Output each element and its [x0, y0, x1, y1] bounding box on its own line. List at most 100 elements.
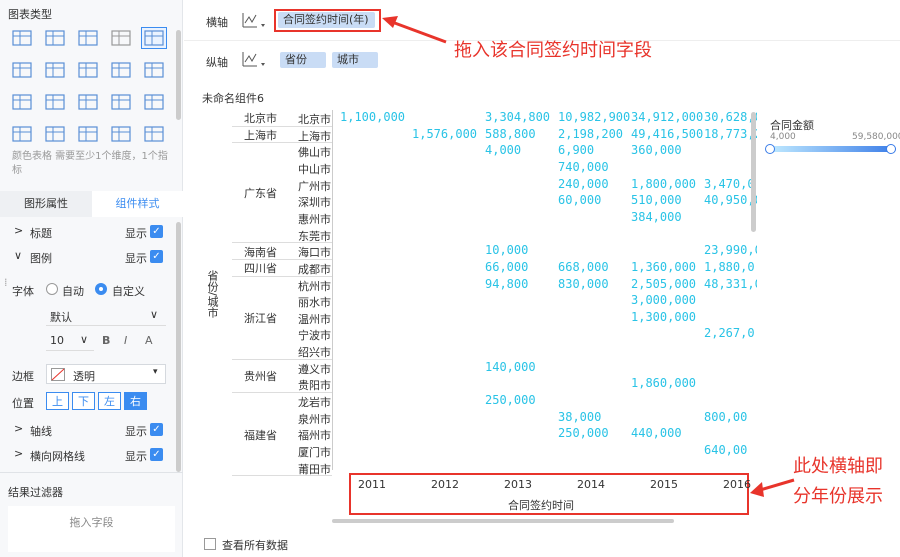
- table-cell: 384,000: [631, 209, 682, 224]
- y-axis-field-city[interactable]: 城市: [332, 52, 378, 68]
- title-show-checkbox[interactable]: ✓: [150, 225, 163, 238]
- font-auto-radio[interactable]: [46, 283, 58, 295]
- table-cell: 360,000: [631, 143, 682, 158]
- position-left-button[interactable]: 左: [98, 392, 121, 410]
- legend-gradient-bar: [770, 146, 896, 152]
- x-axis-drop-zone[interactable]: 合同签约时间(年): [274, 9, 381, 32]
- table-cell: 2,267,0: [704, 326, 755, 341]
- table-cell: 94,800: [485, 276, 529, 291]
- column-icon[interactable]: [142, 60, 166, 80]
- city-label: 成都市: [298, 262, 331, 276]
- table-cell: 1,800,000: [631, 176, 697, 191]
- position-right-button[interactable]: 右: [124, 392, 147, 410]
- filter-drop-zone[interactable]: 拖入字段: [8, 506, 175, 552]
- dot-icon[interactable]: [76, 124, 100, 144]
- table-cell: 440,000: [631, 426, 682, 441]
- italic-icon[interactable]: I: [124, 334, 127, 347]
- matrix-icon[interactable]: [43, 60, 67, 80]
- table-cell: 30,628,0: [704, 110, 757, 124]
- city-label: 中山市: [298, 162, 331, 176]
- bold-icon[interactable]: B: [102, 334, 110, 347]
- table-cell: 1,576,000: [412, 126, 478, 141]
- font-size-value: 10: [50, 334, 64, 347]
- annotation-arrow-icon: [750, 478, 795, 497]
- axis-type-icon[interactable]: [240, 50, 268, 68]
- tab-component-style[interactable]: 组件样式: [92, 191, 183, 217]
- filter-title: 结果过滤器: [8, 486, 63, 499]
- border-label: 边框: [12, 370, 34, 383]
- y-axis-field-province[interactable]: 省份: [280, 52, 326, 68]
- stacked-icon[interactable]: [43, 124, 67, 144]
- scatter-icon[interactable]: [43, 92, 67, 112]
- border-value: 透明: [73, 370, 95, 383]
- table-vertical-scrollbar[interactable]: [751, 112, 756, 232]
- legend-min-handle[interactable]: [765, 144, 775, 154]
- font-color-icon[interactable]: A: [145, 334, 153, 347]
- group-table-icon[interactable]: [43, 28, 67, 48]
- table-horizontal-scrollbar[interactable]: [332, 519, 674, 523]
- legend-min: 4,000: [770, 132, 796, 142]
- table-cell: 588,800: [485, 126, 536, 141]
- sidebar-scrollbar[interactable]: [176, 30, 181, 120]
- detail-table-icon[interactable]: [76, 28, 100, 48]
- wave-icon[interactable]: [10, 124, 34, 144]
- annotation-arrow-icon: [382, 16, 447, 44]
- line-icon[interactable]: [109, 92, 133, 112]
- axis-hint-annotation: 此处横轴即 分年份展示: [793, 456, 883, 507]
- view-all-checkbox[interactable]: [204, 538, 216, 550]
- axis-line-row: > 轴线 显示 ✓: [0, 420, 175, 440]
- font-size-select[interactable]: 10 ∨: [46, 331, 94, 351]
- kpi-icon[interactable]: [109, 28, 133, 48]
- bar-icon[interactable]: [109, 60, 133, 80]
- table-cell: 3,000,000: [631, 293, 697, 308]
- position-top-button[interactable]: 上: [46, 392, 69, 410]
- city-label: 宁波市: [298, 329, 331, 343]
- font-custom-radio[interactable]: [95, 283, 107, 295]
- table-cell: 3,470,0: [704, 176, 755, 191]
- y-axis-label: 纵轴: [206, 56, 228, 69]
- range-icon[interactable]: [10, 92, 34, 112]
- chevron-down-icon[interactable]: ∨: [14, 249, 22, 262]
- city-label: 遵义市: [298, 362, 331, 376]
- axis-type-icon[interactable]: [240, 11, 268, 29]
- color-table-icon[interactable]: [141, 27, 167, 49]
- table-cell: 1,100,000: [340, 110, 406, 124]
- legend-label: 图例: [30, 252, 52, 265]
- view-all-label: 查看所有数据: [222, 539, 288, 552]
- table-cell: 830,000: [558, 276, 609, 291]
- properties-scrollbar[interactable]: [176, 222, 181, 472]
- year-tick-label: 2014: [577, 478, 605, 491]
- table-cell: 4,000: [485, 143, 522, 158]
- table-cell: 34,912,000: [631, 110, 704, 124]
- heatmap-icon[interactable]: [10, 60, 34, 80]
- legend-max: 59,580,000: [852, 132, 900, 142]
- table-cell: 250,000: [558, 426, 609, 441]
- drag-hint-annotation: 拖入该合同签约时间字段: [454, 40, 652, 61]
- pie-icon[interactable]: [142, 124, 166, 144]
- chevron-right-icon[interactable]: >: [14, 224, 23, 237]
- row-divider: [232, 392, 332, 394]
- axis-line-checkbox[interactable]: ✓: [150, 423, 163, 436]
- table-cell: 1,360,000: [631, 259, 697, 274]
- area-line-icon[interactable]: [76, 92, 100, 112]
- legend-show-checkbox[interactable]: ✓: [150, 250, 163, 263]
- chevron-right-icon[interactable]: >: [14, 447, 23, 460]
- hgrid-checkbox[interactable]: ✓: [150, 448, 163, 461]
- font-family-select[interactable]: 默认 ∨: [46, 306, 166, 326]
- tab-graph-properties[interactable]: 图形属性: [0, 191, 92, 217]
- cluster-icon[interactable]: [76, 60, 100, 80]
- border-select[interactable]: 透明 ▾: [46, 364, 166, 384]
- x-axis-field-pill[interactable]: 合同签约时间(年): [278, 12, 375, 28]
- legend-max-handle[interactable]: [886, 144, 896, 154]
- table-cell: 510,000: [631, 193, 682, 208]
- chevron-right-icon[interactable]: >: [14, 422, 23, 435]
- city-label: 深圳市: [298, 196, 331, 210]
- sidebar: 图表类型 颜色表格 需要至少1个维度，1个指标 图形属性 组件样式 > 标题 显…: [0, 0, 183, 557]
- table-cell: 2,505,000: [631, 276, 697, 291]
- radar-icon[interactable]: [142, 92, 166, 112]
- hgrid-label: 横向网格线: [30, 450, 85, 463]
- position-bottom-button[interactable]: 下: [72, 392, 95, 410]
- province-label: 海南省: [244, 245, 277, 259]
- bubble-icon[interactable]: [109, 124, 133, 144]
- cross-table-icon[interactable]: [10, 28, 34, 48]
